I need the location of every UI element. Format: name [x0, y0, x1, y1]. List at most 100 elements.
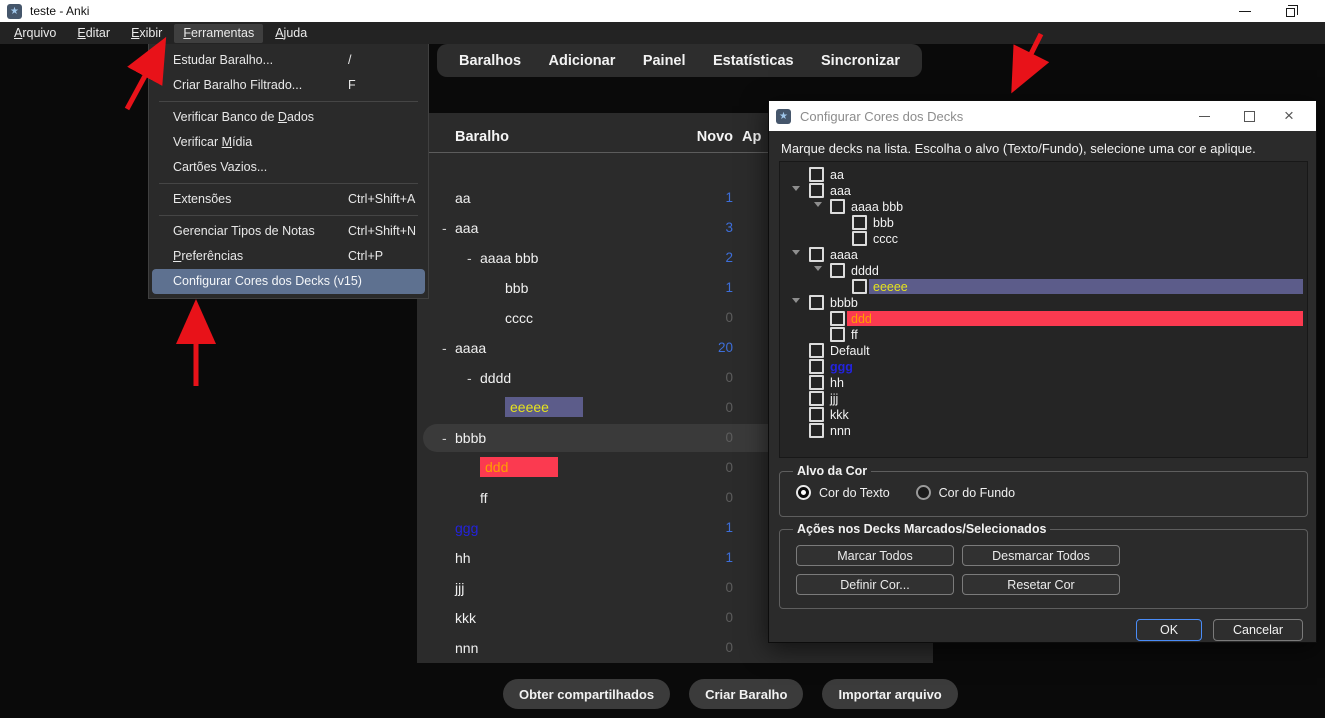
expand-arrow-icon[interactable]: [792, 186, 800, 191]
definir-cor--button[interactable]: Definir Cor...: [796, 574, 954, 595]
deck-checkbox[interactable]: [809, 423, 824, 438]
deck-name[interactable]: aaaa bbb: [480, 243, 538, 273]
deck-checkbox[interactable]: [809, 295, 824, 310]
menu-item[interactable]: Preferências Ctrl+P: [152, 244, 425, 269]
dialog-minimize-button[interactable]: [1189, 101, 1219, 131]
tree-item[interactable]: bbb: [780, 215, 1307, 231]
deck-name[interactable]: ggg: [455, 513, 478, 543]
deck-checkbox[interactable]: [830, 199, 845, 214]
deck-name[interactable]: dddd: [480, 363, 511, 393]
deck-name[interactable]: eeeee: [505, 397, 583, 417]
tree-item[interactable]: jjj: [780, 391, 1307, 407]
deck-name[interactable]: aaaa: [455, 333, 486, 363]
expand-arrow-icon[interactable]: [814, 202, 822, 207]
tree-item[interactable]: aaa: [780, 183, 1307, 199]
collapse-toggle[interactable]: -: [442, 213, 447, 243]
collapse-toggle[interactable]: -: [442, 423, 447, 453]
deck-name[interactable]: kkk: [455, 603, 476, 633]
resetar-cor-button[interactable]: Resetar Cor: [962, 574, 1120, 595]
deck-checkbox[interactable]: [809, 167, 824, 182]
menu-item[interactable]: Gerenciar Tipos de Notas Ctrl+Shift+N: [152, 219, 425, 244]
tree-item[interactable]: hh: [780, 375, 1307, 391]
deck-name[interactable]: jjj: [455, 573, 464, 603]
menu-item[interactable]: Configurar Cores dos Decks (v15): [152, 269, 425, 294]
radio-cor-do-fundo[interactable]: Cor do Fundo: [915, 485, 1015, 500]
tree-item[interactable]: aaaa bbb: [780, 199, 1307, 215]
tree-item[interactable]: nnn: [780, 423, 1307, 439]
radio-cor-do-texto[interactable]: Cor do Texto: [796, 485, 890, 500]
deck-checkbox[interactable]: [830, 311, 845, 326]
deck-checkbox[interactable]: [809, 359, 824, 374]
collapse-toggle[interactable]: -: [442, 333, 447, 363]
tab-sincronizar[interactable]: Sincronizar: [817, 51, 904, 71]
menu-item[interactable]: Verificar Mídia: [152, 130, 425, 155]
criar-baralho-button[interactable]: Criar Baralho: [689, 679, 804, 709]
ok-button[interactable]: OK: [1136, 619, 1202, 641]
menubar-item-arquivo[interactable]: Arquivo: [5, 24, 65, 43]
tree-item[interactable]: kkk: [780, 407, 1307, 423]
desmarcar-todos-button[interactable]: Desmarcar Todos: [962, 545, 1120, 566]
menu-item[interactable]: Estudar Baralho... /: [152, 48, 425, 73]
dialog-maximize-button[interactable]: [1234, 101, 1264, 131]
menubar-item-ajuda[interactable]: Ajuda: [266, 24, 316, 43]
tree-item[interactable]: cccc: [780, 231, 1307, 247]
column-header-baralho[interactable]: Baralho: [455, 129, 509, 145]
dialog-close-button[interactable]: ×: [1274, 101, 1304, 131]
deck-name[interactable]: aaa: [455, 213, 478, 243]
radio-button[interactable]: [796, 485, 811, 500]
deck-checkbox[interactable]: [809, 247, 824, 262]
tab-baralhos[interactable]: Baralhos: [455, 51, 525, 71]
deck-checkbox[interactable]: [809, 183, 824, 198]
deck-name[interactable]: cccc: [505, 303, 533, 333]
expand-arrow-icon[interactable]: [814, 266, 822, 271]
importar-arquivo-button[interactable]: Importar arquivo: [822, 679, 958, 709]
collapse-toggle[interactable]: -: [467, 243, 472, 273]
cancel-button[interactable]: Cancelar: [1213, 619, 1303, 641]
tree-item[interactable]: aaaa: [780, 247, 1307, 263]
deck-name[interactable]: nnn: [455, 633, 478, 663]
tree-item[interactable]: aa: [780, 167, 1307, 183]
tree-item[interactable]: dddd: [780, 263, 1307, 279]
menubar-item-editar[interactable]: Editar: [68, 24, 119, 43]
deck-checkbox[interactable]: [809, 391, 824, 406]
deck-checkbox[interactable]: [809, 375, 824, 390]
minimize-button[interactable]: [1228, 0, 1262, 22]
column-header-novo[interactable]: Novo: [663, 129, 733, 145]
column-header-aprender[interactable]: Ap: [742, 129, 761, 145]
deck-name[interactable]: bbbb: [455, 423, 486, 453]
deck-name[interactable]: ddd: [480, 457, 558, 477]
marcar-todos-button[interactable]: Marcar Todos: [796, 545, 954, 566]
deck-checkbox[interactable]: [852, 279, 867, 294]
tab-painel[interactable]: Painel: [639, 51, 690, 71]
tree-item[interactable]: Default: [780, 343, 1307, 359]
menubar-item-ferramentas[interactable]: Ferramentas: [174, 23, 264, 43]
tree-item[interactable]: bbbb: [780, 295, 1307, 311]
collapse-toggle[interactable]: -: [467, 363, 472, 393]
deck-name[interactable]: ff: [480, 483, 488, 513]
expand-arrow-icon[interactable]: [792, 298, 800, 303]
deck-checkbox[interactable]: [809, 343, 824, 358]
tree-item[interactable]: eeeee: [780, 279, 1307, 295]
radio-button[interactable]: [915, 485, 931, 500]
deck-checkbox[interactable]: [852, 215, 867, 230]
deck-checkbox[interactable]: [830, 327, 845, 342]
restore-button[interactable]: [1272, 0, 1306, 22]
deck-checkbox[interactable]: [852, 231, 867, 246]
tree-item[interactable]: ggg: [780, 359, 1307, 375]
menu-item[interactable]: Extensões Ctrl+Shift+A: [152, 187, 425, 212]
obter-compartilhados-button[interactable]: Obter compartilhados: [503, 679, 671, 709]
deck-name[interactable]: bbb: [505, 273, 528, 303]
menu-item[interactable]: Criar Baralho Filtrado... F: [152, 73, 425, 98]
expand-arrow-icon[interactable]: [792, 250, 800, 255]
deck-name[interactable]: hh: [455, 543, 471, 573]
deck-name[interactable]: aa: [455, 183, 471, 213]
tab-adicionar[interactable]: Adicionar: [545, 51, 620, 71]
deck-checkbox[interactable]: [830, 263, 845, 278]
tree-item[interactable]: ddd: [780, 311, 1307, 327]
deck-checkbox[interactable]: [809, 407, 824, 422]
tree-item[interactable]: ff: [780, 327, 1307, 343]
menubar-item-exibir[interactable]: Exibir: [122, 24, 171, 43]
menu-item[interactable]: Cartões Vazios...: [152, 155, 425, 180]
tab-estatísticas[interactable]: Estatísticas: [709, 51, 798, 71]
menu-item[interactable]: Verificar Banco de Dados: [152, 105, 425, 130]
